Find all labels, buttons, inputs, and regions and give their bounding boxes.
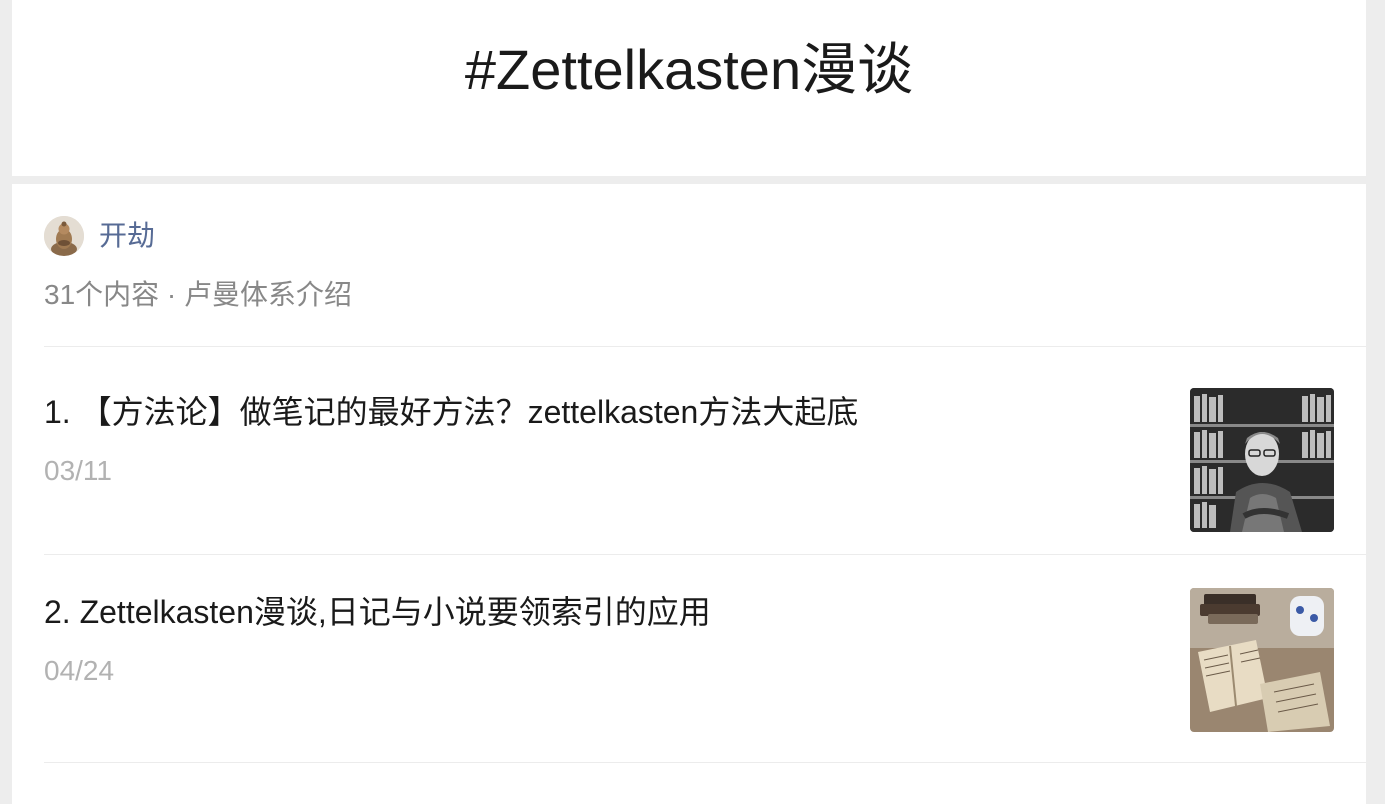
portrait-bookshelf-photo-icon (1190, 388, 1334, 532)
page: #Zettelkasten漫谈 开劫 31个内容 · 卢曼体系介绍 1. 【方法… (12, 0, 1366, 804)
buddha-statue-avatar-icon (44, 216, 84, 256)
list-item[interactable]: 1. 【方法论】做笔记的最好方法？zettelkasten方法大起底 03/11 (44, 388, 1334, 532)
article-title[interactable]: 2. Zettelkasten漫谈,日记与小说要领索引的应用 (44, 590, 1144, 634)
list-item[interactable]: 2. Zettelkasten漫谈,日记与小说要领索引的应用 04/24 (44, 588, 1334, 732)
author-avatar[interactable] (44, 216, 84, 256)
author-row[interactable]: 开劫 (44, 216, 155, 256)
divider (44, 346, 1366, 347)
header-card: #Zettelkasten漫谈 (12, 0, 1366, 176)
divider (44, 554, 1366, 555)
article-thumbnail[interactable] (1190, 588, 1334, 732)
article-thumbnail[interactable] (1190, 388, 1334, 532)
article-date: 04/24 (44, 655, 115, 686)
page-title: #Zettelkasten漫谈 (464, 38, 914, 101)
author-name-link[interactable]: 开劫 (99, 216, 155, 256)
article-title[interactable]: 1. 【方法论】做笔记的最好方法？zettelkasten方法大起底 (44, 390, 1144, 434)
article-list-card: 开劫 31个内容 · 卢曼体系介绍 1. 【方法论】做笔记的最好方法？zette… (12, 184, 1366, 804)
divider (44, 762, 1366, 763)
article-date: 03/11 (44, 455, 112, 486)
collection-meta: 31个内容 · 卢曼体系介绍 (44, 279, 353, 310)
notebooks-on-table-photo-icon (1190, 588, 1334, 732)
